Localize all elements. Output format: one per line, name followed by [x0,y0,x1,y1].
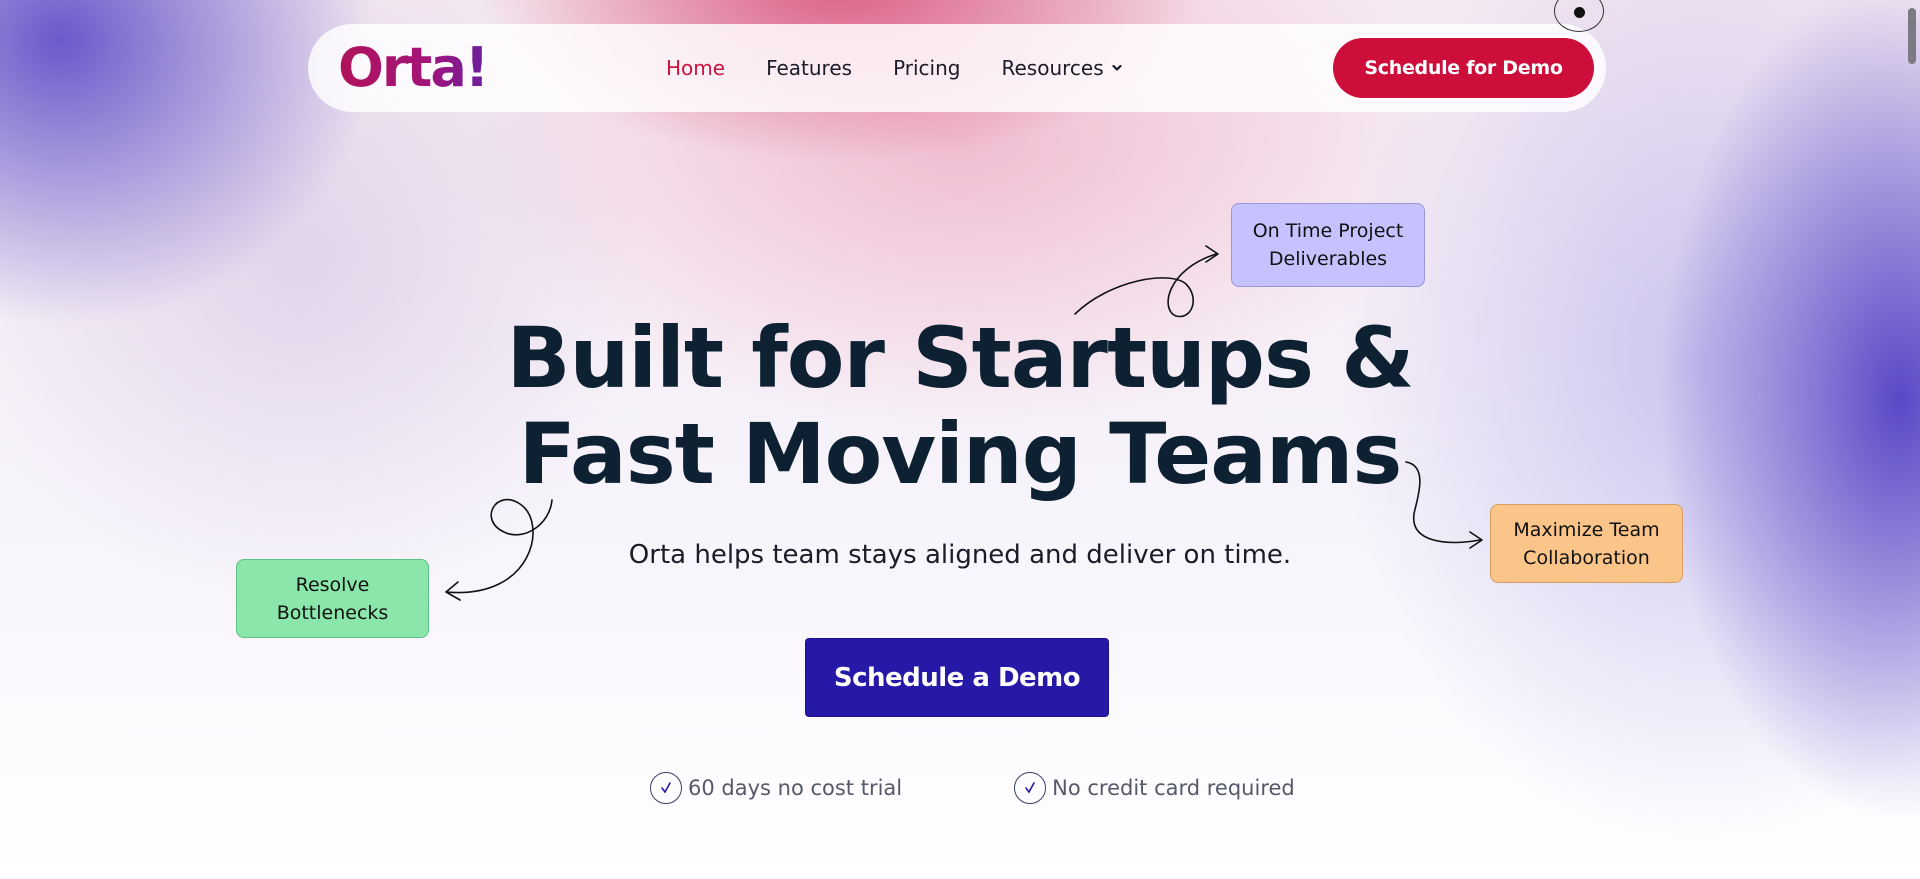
curly-arrow-icon [1074,245,1219,318]
tag-line: Deliverables [1268,248,1388,270]
tag-maximize-collaboration: Maximize Team Collaboration [1490,504,1683,583]
schedule-a-demo-button[interactable]: Schedule a Demo [805,638,1109,717]
nav-item-resources-label: Resources [1001,56,1104,80]
tag-line: Bottlenecks [276,601,389,624]
check-circle-icon [650,772,682,804]
perk-item: 60 days no cost trial [650,772,902,804]
tag-line: Collaboration [1523,546,1650,569]
perk-label: 60 days no cost trial [688,776,903,800]
tag-on-time-deliverables: On Time Project Deliverables [1231,203,1425,287]
logo[interactable]: Orta! [338,36,489,99]
nav-item-resources[interactable]: Resources [1001,56,1122,80]
check-circle-icon [1014,772,1047,804]
tag-line: On Time Project [1252,220,1404,242]
tag-line: Maximize Team [1513,518,1660,541]
hero-title-line2: Fast Moving Teams [518,405,1403,503]
tag-line: Resolve [295,573,370,596]
schedule-for-demo-button[interactable]: Schedule for Demo [1333,38,1594,98]
nav-item-features[interactable]: Features [766,56,852,80]
chevron-down-icon [1112,64,1122,71]
perk-item: No credit card required [1014,772,1295,804]
scrollbar-thumb[interactable] [1908,8,1916,64]
perk-label: No credit card required [1052,776,1295,800]
curly-arrow-icon [445,498,553,601]
hero-title: Built for Startups & Fast Moving Teams [0,310,1920,502]
nav-item-home[interactable]: Home [666,56,725,80]
navbar: Orta! Home Features Pricing Resources Sc… [308,24,1606,112]
perks-list: 60 days no cost trial No credit card req… [650,772,1295,804]
nav-links: Home Features Pricing Resources [666,24,1163,112]
nav-item-pricing[interactable]: Pricing [893,56,960,80]
curly-arrow-icon [1405,461,1483,549]
tag-resolve-bottlenecks: Resolve Bottlenecks [236,559,429,638]
hero-title-line1: Built for Startups & [506,309,1414,407]
